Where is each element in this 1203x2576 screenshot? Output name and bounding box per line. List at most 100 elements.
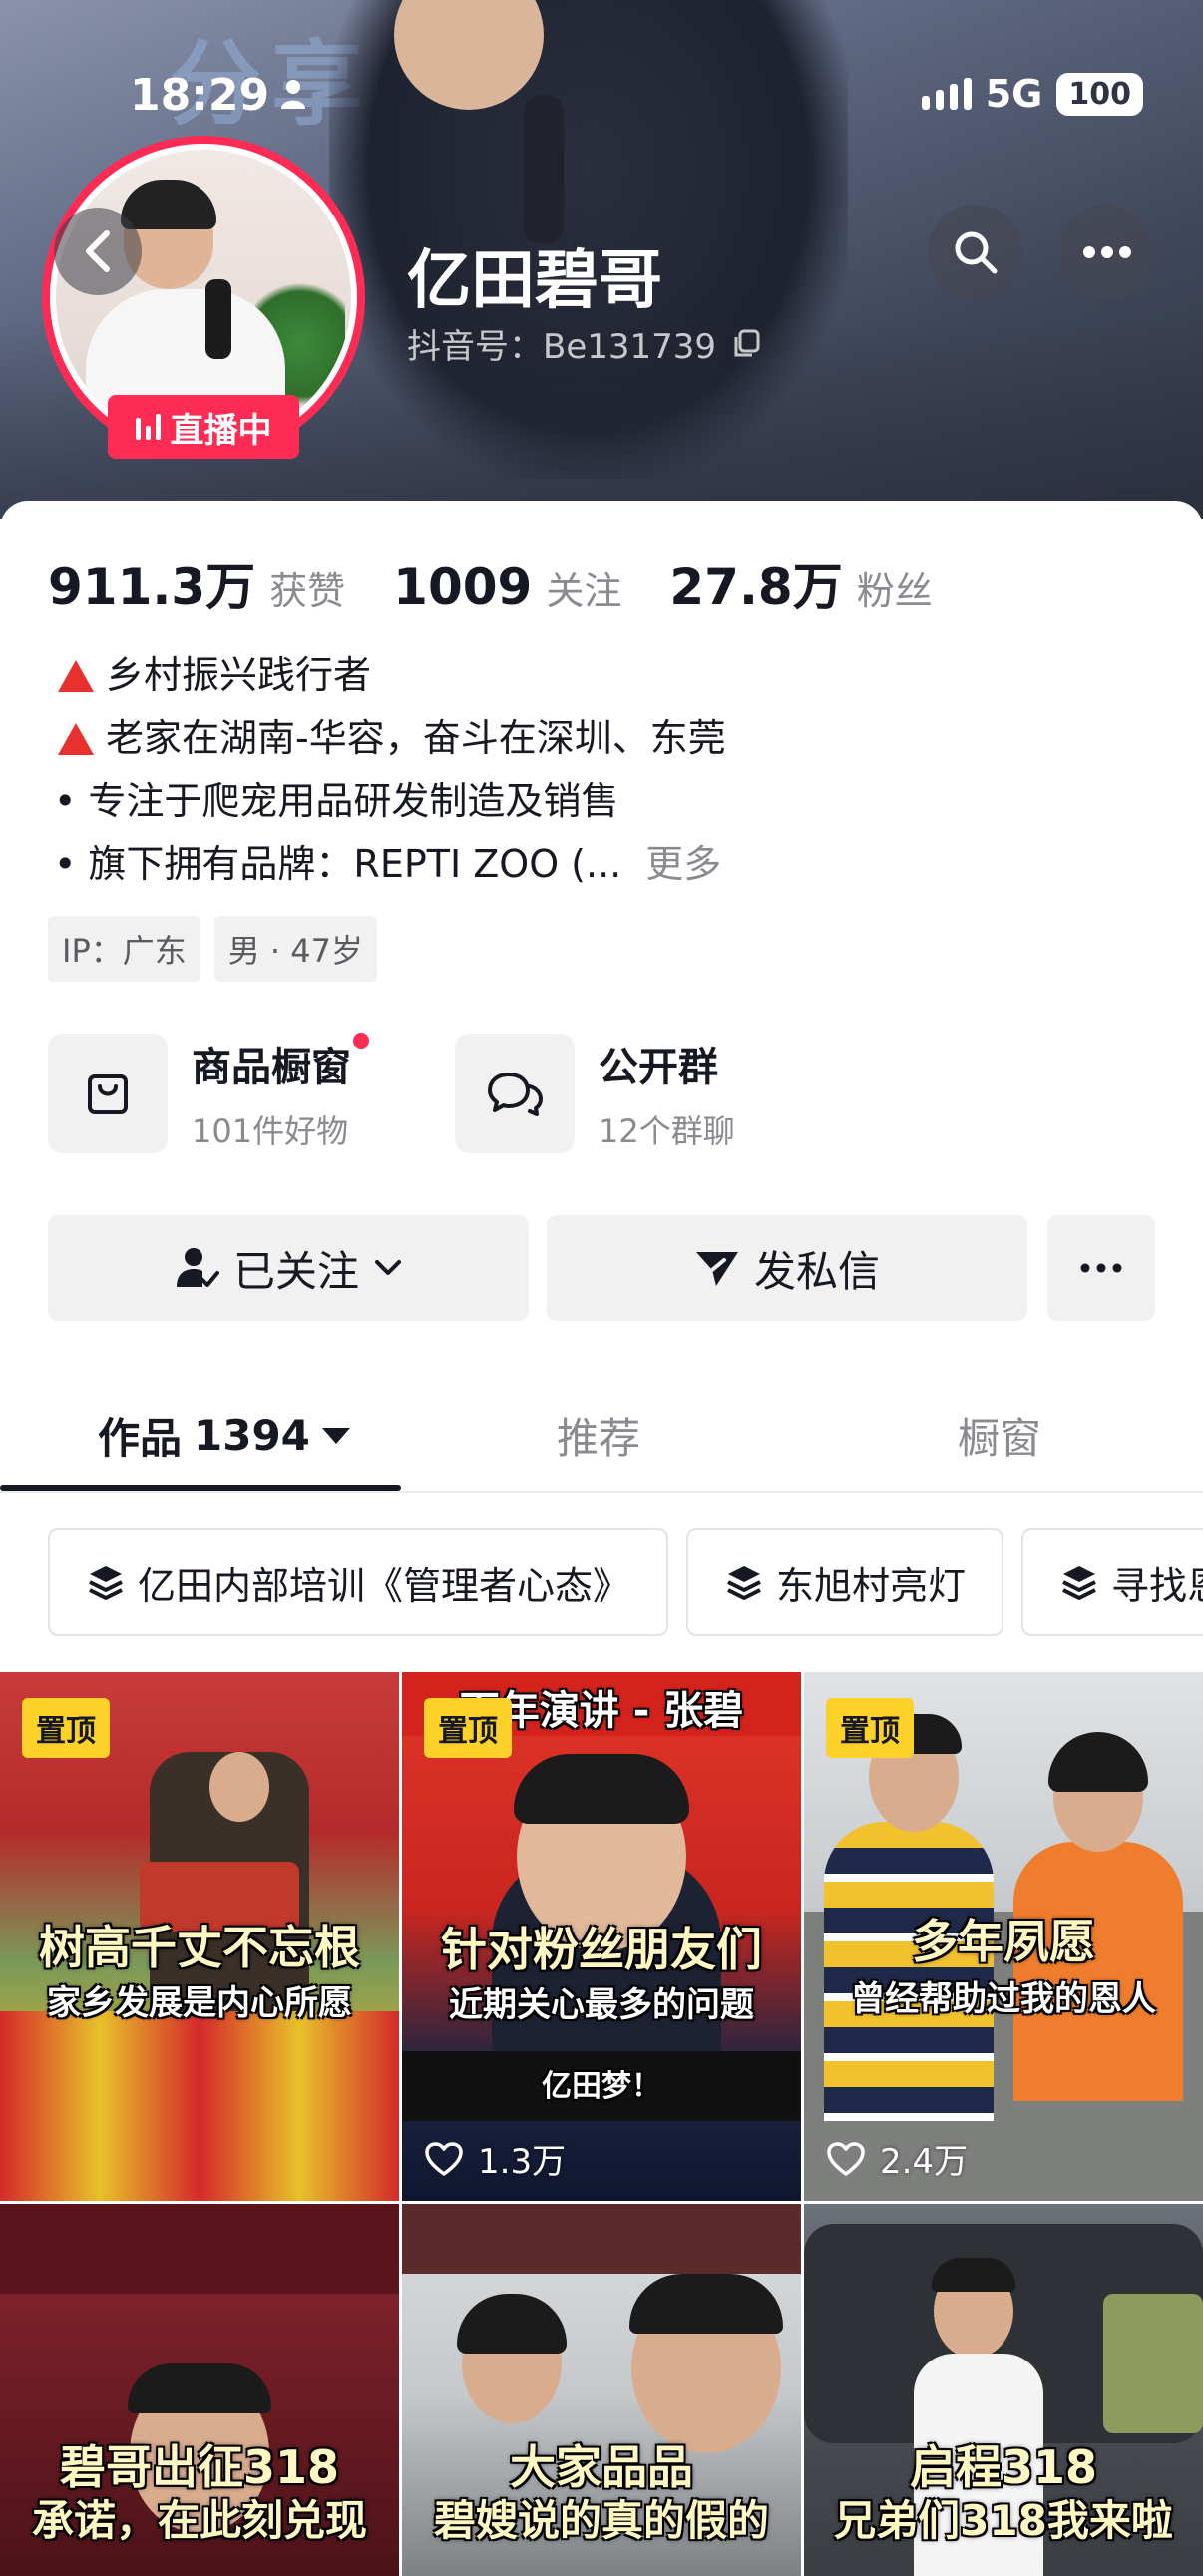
video-thumbnail[interactable]: 启程318 兄弟们318我来啦 <box>804 2204 1203 2576</box>
video-caption: 多年夙愿 <box>912 1915 1095 1968</box>
video-subcaption: 曾经帮助过我的恩人 <box>851 1979 1156 2019</box>
more-dots-icon <box>1080 1263 1122 1273</box>
bio-text: 专注于爬宠用品研发制造及销售 <box>88 779 619 823</box>
pinned-badge: 置顶 <box>826 1698 914 1758</box>
battery-icon: 100 <box>1056 72 1143 116</box>
more-actions-button[interactable] <box>1047 1215 1155 1321</box>
shopping-bag-icon <box>88 1074 128 1114</box>
red-triangle-icon <box>58 659 94 692</box>
tab-showcase[interactable]: 橱窗 <box>958 1405 1041 1466</box>
profile-stats: 911.3万 获赞 1009 关注 27.8万 粉丝 <box>48 547 981 619</box>
heart-icon <box>827 2141 865 2176</box>
bullet-dot-icon: • <box>54 842 77 886</box>
tab-works-count: 1394 <box>194 1411 310 1460</box>
feature-title: 公开群 <box>599 1045 718 1090</box>
video-thumbnail[interactable]: 碧哥出征318 承诺，在此刻兑现 <box>0 2204 399 2576</box>
bio-more-link[interactable]: 更多 <box>645 833 721 896</box>
followed-label: 已关注 <box>232 1246 359 1296</box>
douyin-id: 抖音号：Be131739 <box>407 319 762 368</box>
bio-line: • 专注于爬宠用品研发制造及销售 <box>48 770 726 833</box>
group-chat-icon <box>488 1073 543 1116</box>
more-options-button[interactable] <box>1059 205 1155 300</box>
stat-label: 获赞 <box>269 569 346 613</box>
video-thumbnail[interactable]: 置顶 多年夙愿 曾经帮助过我的恩人 2.4万 <box>804 1672 1203 2201</box>
feature-subtitle: 101件好物 <box>192 1112 349 1150</box>
status-time: 18:29 <box>130 70 270 121</box>
copy-icon[interactable] <box>732 329 762 359</box>
video-caption: 针对粉丝朋友们 <box>441 1923 762 1976</box>
person-check-icon <box>176 1248 219 1287</box>
bullet-dot-icon: • <box>54 779 77 823</box>
layers-icon <box>1062 1566 1096 1600</box>
stat-label: 粉丝 <box>856 569 933 613</box>
bio-text: 乡村振兴践行者 <box>106 653 372 697</box>
product-showcase-entry[interactable]: 商品橱窗 101件好物 <box>48 1033 369 1153</box>
stat-likes[interactable]: 911.3万 获赞 <box>48 547 345 619</box>
video-subcaption: 家乡发展是内心所愿 <box>47 1983 352 2023</box>
video-subcaption: 近期关心最多的问题 <box>449 1985 754 2025</box>
active-tab-indicator <box>0 1485 401 1491</box>
send-message-label: 发私信 <box>753 1246 880 1296</box>
video-likes: 2.4万 <box>826 2134 968 2183</box>
back-button[interactable] <box>54 208 142 295</box>
bio-text: 旗下拥有品牌：REPTI ZOO (... <box>88 842 622 886</box>
collection-chip[interactable]: 寻找恩 <box>1021 1528 1203 1636</box>
stat-value: 911.3万 <box>48 558 256 616</box>
video-likes: 1.3万 <box>424 2134 566 2183</box>
stat-value: 27.8万 <box>669 558 843 616</box>
public-group-entry[interactable]: 公开群 12个群聊 <box>455 1034 735 1153</box>
banner-microphone <box>524 95 564 244</box>
video-thumbnail[interactable]: 下年演讲 - 张碧 置顶 针对粉丝朋友们 近期关心最多的问题 亿田梦！ 1.3万 <box>402 1672 801 2201</box>
stat-label: 关注 <box>546 569 622 613</box>
video-thumbnail[interactable]: 大家品品 碧嫂说的真的假的 <box>402 2204 801 2576</box>
bio-line: • 旗下拥有品牌：REPTI ZOO (... 更多 <box>48 833 726 896</box>
send-message-button[interactable]: 发私信 <box>547 1215 1027 1321</box>
video-thumbnail[interactable]: 置顶 树高千丈不忘根 家乡发展是内心所愿 <box>0 1672 399 2201</box>
collection-chips: 亿田内部培训《管理者心态》 东旭村亮灯 寻找恩 <box>48 1528 1203 1636</box>
person-icon <box>281 80 305 109</box>
video-caption: 树高千丈不忘根 <box>39 1921 360 1974</box>
bio-line: 老家在湖南-华容，奋斗在深圳、东莞 <box>48 707 726 770</box>
live-bars-icon <box>135 414 161 440</box>
showcase-title: 商品橱窗 <box>192 1045 351 1090</box>
stat-following[interactable]: 1009 关注 <box>393 558 621 616</box>
followed-button[interactable]: 已关注 <box>48 1215 529 1321</box>
tab-works-label: 作品 <box>98 1414 183 1463</box>
profile-bio[interactable]: 乡村振兴践行者 老家在湖南-华容，奋斗在深圳、东莞 • 专注于爬宠用品研发制造及… <box>48 644 726 896</box>
collection-chip[interactable]: 东旭村亮灯 <box>686 1528 1004 1636</box>
video-subcaption: 承诺，在此刻兑现 <box>31 2496 367 2545</box>
collection-label: 亿田内部培训《管理者心态》 <box>138 1563 631 1608</box>
live-badge-label: 直播中 <box>170 410 272 451</box>
red-triangle-icon <box>58 722 94 755</box>
tab-works[interactable]: 作品 1394 <box>98 1405 350 1466</box>
paper-plane-icon <box>695 1252 738 1286</box>
pinned-badge: 置顶 <box>22 1698 110 1758</box>
gender-age-tag: 男 · 47岁 <box>213 916 377 982</box>
search-icon <box>955 231 998 274</box>
caret-down-icon <box>321 1427 350 1444</box>
douyin-id-text: 抖音号：Be131739 <box>407 327 717 367</box>
live-badge[interactable]: 直播中 <box>108 395 299 459</box>
collection-label: 寻找恩 <box>1111 1563 1203 1608</box>
search-button[interactable] <box>928 205 1023 300</box>
collection-label: 东旭村亮灯 <box>776 1563 967 1608</box>
signal-icon <box>921 78 972 110</box>
likes-count: 1.3万 <box>478 2142 567 2182</box>
pinned-badge: 置顶 <box>424 1698 512 1758</box>
feature-icon-box <box>455 1034 575 1153</box>
bio-text: 老家在湖南-华容，奋斗在深圳、东莞 <box>106 716 726 760</box>
chevron-down-icon <box>375 1260 401 1275</box>
chevron-left-icon <box>86 230 110 272</box>
video-subcaption: 兄弟们318我来啦 <box>834 2496 1173 2545</box>
collection-chip[interactable]: 亿田内部培训《管理者心态》 <box>48 1528 669 1636</box>
tab-recommend[interactable]: 推荐 <box>557 1405 640 1466</box>
feature-subtitle: 12个群聊 <box>599 1112 735 1150</box>
feature-title: 商品橱窗 <box>192 1033 369 1092</box>
video-grid: 置顶 树高千丈不忘根 家乡发展是内心所愿 下年演讲 - 张碧 置顶 针对粉丝朋友… <box>0 1672 1203 2576</box>
heart-icon <box>425 2141 463 2176</box>
notification-dot <box>353 1033 369 1049</box>
stat-followers[interactable]: 27.8万 粉丝 <box>669 547 932 619</box>
ip-location-tag: IP：广东 <box>48 916 200 982</box>
likes-count: 2.4万 <box>880 2142 969 2182</box>
content-tabs: 作品 1394 推荐 橱窗 <box>0 1377 1203 1493</box>
